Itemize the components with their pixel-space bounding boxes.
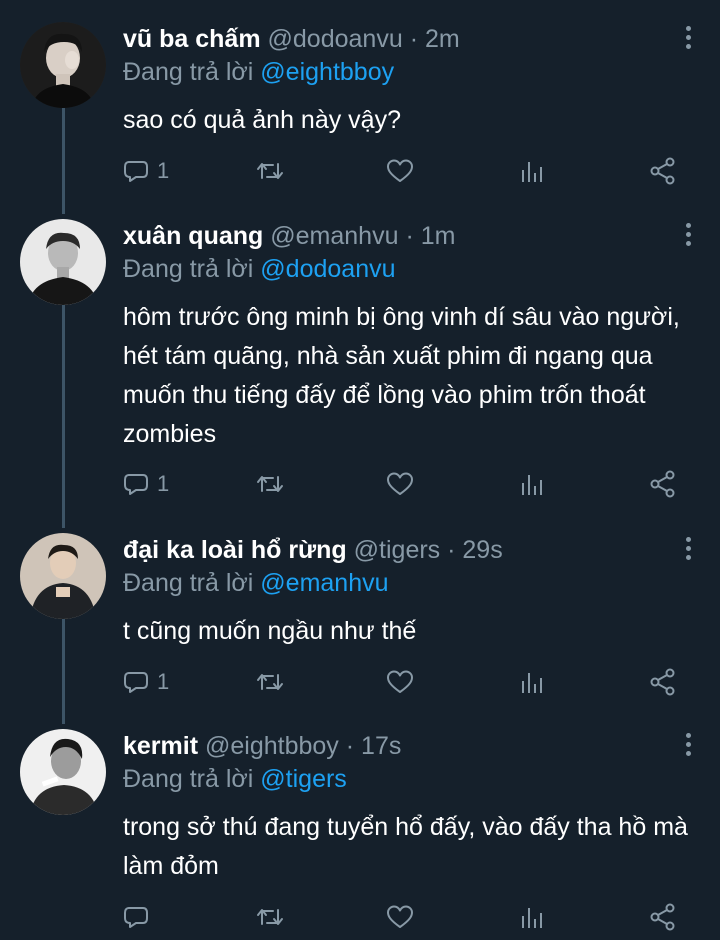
thread-line xyxy=(62,618,65,724)
like-button[interactable] xyxy=(386,468,414,500)
reply-to-handle[interactable]: @dodoanvu xyxy=(260,255,395,283)
author-handle[interactable]: @tigers xyxy=(354,536,441,564)
reply-prefix: Đang trả lời xyxy=(123,58,254,86)
reply-to-handle[interactable]: @eightbboy xyxy=(260,58,394,86)
tweet-actions: 1 xyxy=(123,155,683,187)
separator-dot: · xyxy=(405,222,414,250)
separator-dot: · xyxy=(409,25,419,53)
separator-dot: · xyxy=(345,732,355,760)
retweet-icon xyxy=(257,476,283,492)
reply-button[interactable]: 1 xyxy=(123,468,169,500)
thread-line xyxy=(62,304,65,528)
share-icon xyxy=(650,903,675,931)
reply-icon xyxy=(124,161,148,182)
reply-count: 1 xyxy=(157,471,170,496)
more-vertical-icon[interactable] xyxy=(684,26,692,52)
author-handle[interactable]: @dodoanvu xyxy=(268,25,403,53)
tweet-actions: 1 xyxy=(123,468,683,500)
author-handle[interactable]: @emanhvu xyxy=(270,222,398,250)
heart-icon xyxy=(387,159,413,182)
analytics-icon xyxy=(522,475,542,495)
tweet-actions xyxy=(123,901,683,933)
share-button[interactable] xyxy=(649,468,677,500)
timestamp[interactable]: 2m xyxy=(425,25,460,53)
avatar[interactable] xyxy=(20,533,106,619)
heart-icon xyxy=(387,472,413,495)
author-name[interactable]: xuân quang xyxy=(123,222,263,250)
tweet-text: trong sở thú đang tuyển hổ đấy, vào đấy … xyxy=(123,813,688,880)
analytics-icon xyxy=(522,673,542,693)
reply-prefix: Đang trả lời xyxy=(123,255,254,283)
more-vertical-icon[interactable] xyxy=(684,537,692,563)
reply-to-handle[interactable]: @tigers xyxy=(260,765,347,793)
share-button[interactable] xyxy=(649,901,677,933)
reply-count: 1 xyxy=(157,158,170,183)
analytics-icon xyxy=(522,162,542,182)
retweet-button[interactable] xyxy=(255,901,285,933)
avatar[interactable] xyxy=(20,219,106,305)
reply-icon xyxy=(124,907,148,928)
separator-dot: · xyxy=(447,536,456,564)
reply-prefix: Đang trả lời xyxy=(123,569,254,597)
reply-icon xyxy=(124,474,148,495)
share-icon xyxy=(650,470,675,498)
reply-button[interactable]: 1 xyxy=(123,155,169,187)
analytics-button[interactable] xyxy=(519,901,545,933)
author-name[interactable]: vũ ba chấm xyxy=(123,25,261,53)
like-button[interactable] xyxy=(386,666,414,698)
reply-button[interactable] xyxy=(123,901,157,933)
reply-count: 1 xyxy=(157,669,170,694)
retweet-icon xyxy=(257,163,283,179)
reply-prefix: Đang trả lời xyxy=(123,765,254,793)
thread-line xyxy=(62,106,65,214)
timestamp[interactable]: 29s xyxy=(462,536,502,564)
retweet-button[interactable] xyxy=(255,666,285,698)
share-button[interactable] xyxy=(649,155,677,187)
tweet-text: sao có quả ảnh này vậy? xyxy=(123,106,401,134)
share-icon xyxy=(650,668,675,696)
timestamp[interactable]: 17s xyxy=(361,732,401,760)
analytics-button[interactable] xyxy=(519,155,545,187)
share-icon xyxy=(650,157,675,185)
like-button[interactable] xyxy=(386,901,414,933)
retweet-icon xyxy=(257,674,283,690)
author-name[interactable]: đại ka loài hổ rừng xyxy=(123,536,347,564)
author-name[interactable]: kermit xyxy=(123,732,198,760)
more-vertical-icon[interactable] xyxy=(684,733,692,759)
heart-icon xyxy=(387,905,413,928)
tweet-text: t cũng muốn ngầu như thế xyxy=(123,617,417,645)
tweet-text: hôm trước ông minh bị ông vinh dí sâu và… xyxy=(123,303,680,448)
analytics-button[interactable] xyxy=(519,468,545,500)
reply-to-handle[interactable]: @emanhvu xyxy=(260,569,388,597)
retweet-icon xyxy=(257,909,283,925)
author-handle[interactable]: @eightbboy xyxy=(205,732,339,760)
reply-icon xyxy=(124,672,148,693)
retweet-button[interactable] xyxy=(255,155,285,187)
avatar[interactable] xyxy=(20,729,106,815)
more-vertical-icon[interactable] xyxy=(684,223,692,249)
reply-button[interactable]: 1 xyxy=(123,666,169,698)
avatar[interactable] xyxy=(20,22,106,108)
tweet-actions: 1 xyxy=(123,666,683,698)
heart-icon xyxy=(387,670,413,693)
analytics-button[interactable] xyxy=(519,666,545,698)
share-button[interactable] xyxy=(649,666,677,698)
analytics-icon xyxy=(522,908,542,928)
like-button[interactable] xyxy=(386,155,414,187)
retweet-button[interactable] xyxy=(255,468,285,500)
timestamp[interactable]: 1m xyxy=(421,222,456,250)
